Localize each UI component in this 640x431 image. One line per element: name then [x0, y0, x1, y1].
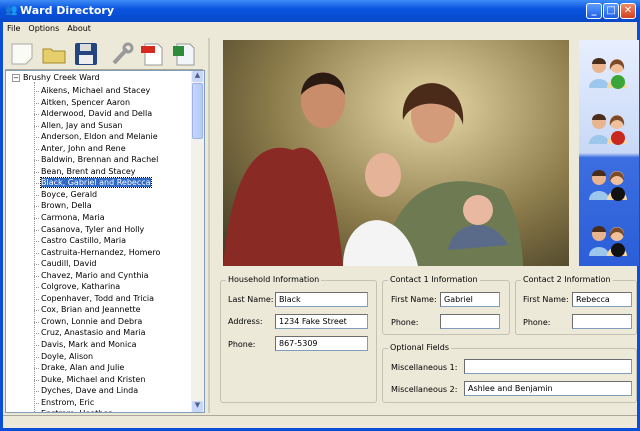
add-family-icon [589, 58, 627, 89]
tree-item[interactable]: Black, Gabriel and Rebecca [34, 177, 190, 189]
camera-family-button[interactable] [587, 160, 631, 204]
tree-root[interactable]: − Brushy Creek Ward [12, 73, 100, 82]
menu-file[interactable]: File [3, 22, 24, 33]
tree-item[interactable]: Enstrom, Heather [40, 408, 190, 412]
window-title: Ward Directory [20, 4, 115, 17]
title-bar: 👥 Ward Directory _ □ ✕ [0, 0, 640, 22]
menu-options[interactable]: Options [24, 22, 63, 33]
tree-item[interactable]: Baldwin, Brennan and Rachel [34, 154, 190, 166]
family-photo [223, 40, 569, 266]
remove-family-button[interactable] [587, 104, 631, 148]
camera-remove-family-icon [589, 226, 627, 257]
close-button[interactable]: ✕ [620, 3, 636, 19]
misc2-field[interactable] [464, 381, 632, 396]
tree-item[interactable]: Cruz, Anastasio and Maria [34, 327, 190, 339]
tree-item[interactable]: Brown, Della [34, 200, 190, 212]
contact1-first-name-label: First Name: [391, 295, 437, 304]
tree-item[interactable]: Davis, Mark and Monica [34, 339, 190, 351]
collapse-icon[interactable]: − [12, 73, 20, 82]
tree-item[interactable]: Cox, Brian and Jeannette [34, 304, 190, 316]
phone-label: Phone: [228, 340, 256, 349]
last-name-label: Last Name: [228, 295, 274, 304]
tree-items: Aikens, Michael and Stacey Aitken, Spence… [34, 85, 190, 412]
scroll-down-button[interactable]: ▼ [192, 401, 203, 412]
contact2-phone-label: Phone: [523, 318, 551, 327]
menu-bar: File Options About [3, 22, 637, 36]
tree-item[interactable]: Aikens, Michael and Stacey [34, 85, 190, 97]
contact1-phone-field[interactable] [440, 314, 500, 329]
tree-item[interactable]: Boyce, Gerald [34, 189, 190, 201]
camera-remove-family-button[interactable] [587, 216, 631, 260]
address-label: Address: [228, 317, 263, 326]
tree-item[interactable]: Bean, Brent and Stacey [34, 166, 190, 178]
tree-item[interactable]: Enstrom, Eric [34, 397, 190, 409]
last-name-field[interactable] [275, 292, 368, 307]
tree-item[interactable]: Dyches, Dave and Linda [34, 385, 190, 397]
tree-item[interactable]: Copenhaver, Todd and Tricia [34, 293, 190, 305]
excel-export-icon[interactable] [171, 41, 197, 67]
tree-item[interactable]: Casanova, Tyler and Holly [34, 224, 190, 236]
menu-about[interactable]: About [63, 22, 95, 33]
ward-tree[interactable]: − Brushy Creek Ward Aikens, Michael and S… [5, 70, 205, 413]
scroll-thumb[interactable] [192, 83, 203, 139]
tree-scrollbar[interactable]: ▲ ▼ [191, 71, 204, 412]
tree-item[interactable]: Carmona, Maria [34, 212, 190, 224]
misc2-label: Miscellaneous 2: [391, 385, 458, 394]
tree-item[interactable]: Castro Castillo, Maria [34, 235, 190, 247]
camera-family-icon [589, 170, 627, 201]
toolbar [5, 38, 203, 70]
tree-item[interactable]: Duke, Michael and Kristen [34, 374, 190, 386]
tree-item[interactable]: Caudill, David [34, 258, 190, 270]
tree-item[interactable]: Alderwood, David and Della [34, 108, 190, 120]
add-family-button[interactable] [587, 48, 631, 92]
tree-item[interactable]: Aitken, Spencer Aaron [34, 97, 190, 109]
tree-item[interactable]: Allen, Jay and Susan [34, 120, 190, 132]
household-phone-field[interactable] [275, 336, 368, 351]
tree-item[interactable]: Chavez, Mario and Cynthia [34, 270, 190, 282]
contact1-first-name-field[interactable] [440, 292, 500, 307]
photo-actions-panel [579, 40, 639, 266]
address-field[interactable] [275, 314, 368, 329]
status-bar [3, 415, 637, 428]
app-window: 👥 Ward Directory _ □ ✕ File Options About … [0, 0, 640, 431]
maximize-button[interactable]: □ [603, 3, 619, 19]
contact2-phone-field[interactable] [572, 314, 632, 329]
pdf-export-icon[interactable] [139, 41, 165, 67]
splitter[interactable] [208, 38, 210, 413]
tree-item[interactable]: Castruita-Hernandez, Homero [34, 247, 190, 259]
tree-item[interactable]: Drake, Alan and Julie [34, 362, 190, 374]
misc1-label: Miscellaneous 1: [391, 363, 458, 372]
save-icon[interactable] [73, 41, 99, 67]
contact2-first-name-label: First Name: [523, 295, 569, 304]
scroll-up-button[interactable]: ▲ [192, 71, 203, 82]
contact2-first-name-field[interactable] [572, 292, 632, 307]
new-icon[interactable] [9, 41, 35, 67]
tree-item[interactable]: Doyle, Alison [34, 351, 190, 363]
app-icon: 👥 [5, 5, 18, 16]
remove-family-icon [589, 114, 627, 145]
settings-wrench-icon[interactable] [109, 41, 135, 67]
misc1-field[interactable] [464, 359, 632, 374]
tree-item[interactable]: Anderson, Eldon and Melanie [34, 131, 190, 143]
tree-item[interactable]: Colgrove, Katharina [34, 281, 190, 293]
contact1-phone-label: Phone: [391, 318, 419, 327]
minimize-button[interactable]: _ [586, 3, 602, 19]
open-folder-icon[interactable] [41, 41, 67, 67]
tree-item[interactable]: Anter, John and Rene [34, 143, 190, 155]
tree-item[interactable]: Crown, Lonnie and Debra [34, 316, 190, 328]
